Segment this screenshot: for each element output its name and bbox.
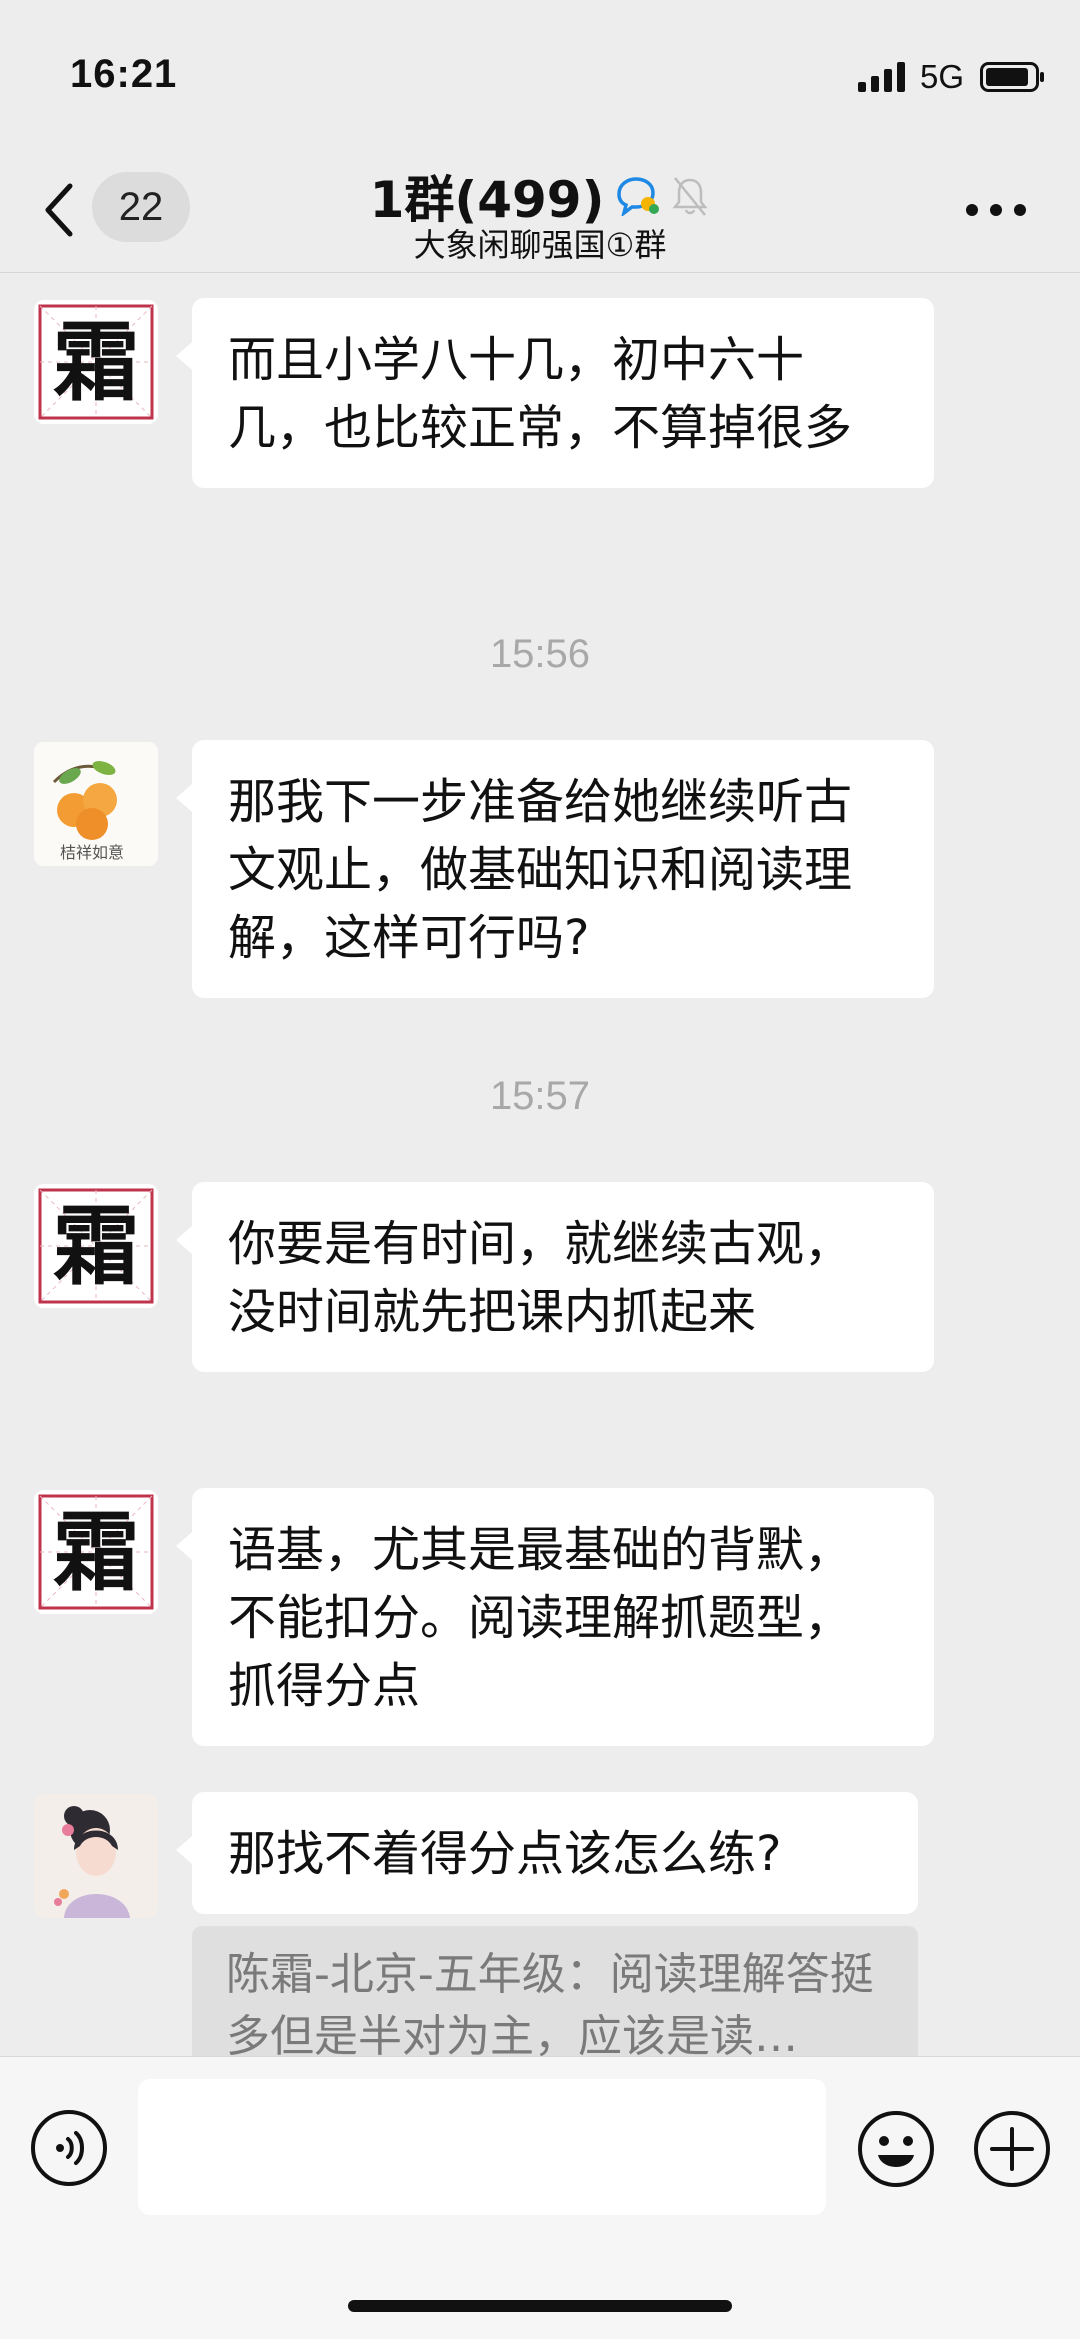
message-input[interactable] <box>138 2079 826 2215</box>
frost-character-avatar-icon: 霜 <box>34 1490 158 1614</box>
message-timestamp: 15:56 <box>489 632 591 676</box>
svg-text:霜: 霜 <box>53 1502 139 1603</box>
network-label: 5G <box>920 58 965 95</box>
more-options-icon[interactable] <box>964 202 1028 218</box>
chat-subtitle: 大象闲聊强国①群 <box>413 226 667 264</box>
avatar-girl[interactable] <box>34 1794 158 1918</box>
mute-bell-icon <box>672 177 709 216</box>
message-text: 那找不着得分点该怎么练? <box>228 1826 782 1882</box>
message-bubble[interactable]: 那我下一步准备给她继续听古文观止，做基础知识和阅读理解，这样可行吗? <box>176 740 934 998</box>
status-time: 16:21 <box>70 52 178 96</box>
chat-header: 22 1群(499) 大象闲聊强国①群 <box>0 150 1080 273</box>
chat-message-list[interactable]: 霜 而且小学八十几，初中六十几，也比较正常，不算掉很多 15:56 桔祥如意 那… <box>0 272 1080 2056</box>
quoted-reply[interactable]: 陈霜-北京-五年级：阅读理解答挺多但是半对为主，应该是读… <box>192 1926 918 2056</box>
message-bubble[interactable]: 而且小学八十几，初中六十几，也比较正常，不算掉很多 <box>176 298 934 488</box>
svg-text:霜: 霜 <box>53 312 139 413</box>
message-bubble[interactable]: 那找不着得分点该怎么练? <box>176 1792 918 1914</box>
girl-illustration-avatar-icon <box>34 1794 158 1918</box>
signal-icon <box>858 62 905 92</box>
frost-character-avatar-icon: 霜 <box>34 1184 158 1308</box>
message-text: 语基，尤其是最基础的背默，不能扣分。阅读理解抓题型，抓得分点 <box>228 1522 853 1714</box>
battery-icon <box>980 62 1044 92</box>
home-indicator[interactable] <box>348 2300 732 2312</box>
message-bubble[interactable]: 语基，尤其是最基础的背默，不能扣分。阅读理解抓题型，抓得分点 <box>176 1488 934 1746</box>
svg-text:桔祥如意: 桔祥如意 <box>60 843 124 862</box>
status-bar: 16:21 5G <box>0 0 1080 150</box>
message-timestamp: 15:57 <box>489 1074 591 1118</box>
message-text: 而且小学八十几，初中六十几，也比较正常，不算掉很多 <box>228 332 853 456</box>
avatar-frost[interactable]: 霜 <box>34 1490 158 1614</box>
avatar-orange[interactable]: 桔祥如意 <box>34 742 158 866</box>
message-bubble[interactable]: 你要是有时间，就继续古观，没时间就先把课内抓起来 <box>176 1182 934 1372</box>
voice-input-icon[interactable] <box>30 2109 108 2187</box>
avatar-frost[interactable]: 霜 <box>34 1184 158 1308</box>
svg-text:霜: 霜 <box>53 1196 139 1297</box>
emoji-icon[interactable] <box>856 2109 936 2189</box>
orange-fruit-avatar-icon: 桔祥如意 <box>34 742 158 866</box>
add-more-icon[interactable] <box>972 2109 1052 2189</box>
group-chat-icon <box>617 177 660 216</box>
message-input-bar <box>0 2056 1080 2339</box>
quoted-reply-text: 陈霜-北京-五年级：阅读理解答挺多但是半对为主，应该是读… <box>226 1949 874 2056</box>
frost-character-avatar-icon: 霜 <box>34 300 158 424</box>
message-text: 你要是有时间，就继续古观，没时间就先把课内抓起来 <box>228 1216 853 1340</box>
avatar-frost[interactable]: 霜 <box>34 300 158 424</box>
message-text: 那我下一步准备给她继续听古文观止，做基础知识和阅读理解，这样可行吗? <box>228 774 853 966</box>
